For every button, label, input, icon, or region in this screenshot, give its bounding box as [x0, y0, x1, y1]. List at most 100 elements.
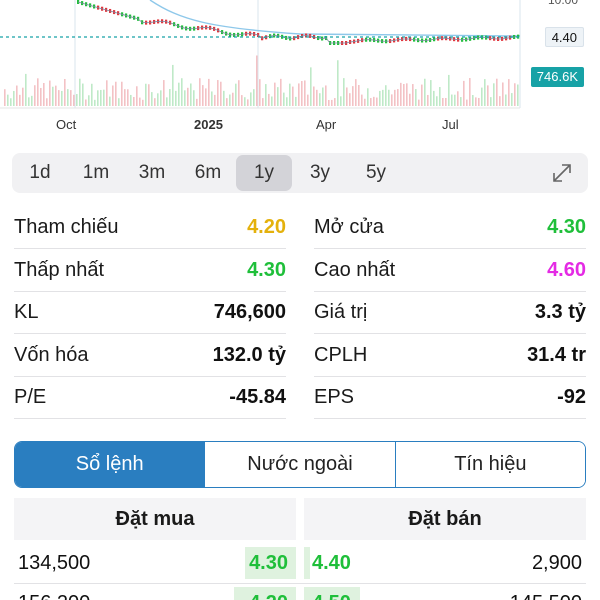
volume-bar [145, 83, 147, 106]
order-book-row: 134,500 4.30 4.40 2,900 [14, 543, 586, 583]
volume-bar [298, 83, 300, 106]
volume-bar [466, 99, 468, 106]
range-tab-3m[interactable]: 3m [124, 155, 180, 191]
volume-bar [157, 93, 159, 106]
stat-cell: CPLH 31.4 tr [314, 335, 586, 377]
volume-bar [352, 86, 354, 106]
volume-bar [124, 89, 126, 106]
volume-bar [379, 90, 381, 106]
volume-bar [394, 89, 396, 106]
chart-top-price-label: 10.00 [547, 0, 578, 7]
volume-bar [481, 87, 483, 106]
volume-bar [46, 98, 48, 106]
volume-bar [367, 88, 369, 106]
volume-bar [295, 96, 297, 106]
range-tab-1m[interactable]: 1m [68, 155, 124, 191]
volume-bar [364, 98, 366, 106]
bid-price[interactable]: 4.20 [245, 583, 292, 600]
volume-bar [361, 94, 363, 106]
volume-bar [463, 80, 465, 106]
volume-bar [283, 92, 285, 106]
volume-bar [88, 95, 90, 106]
volume-bar [322, 87, 324, 106]
stat-label: EPS [314, 386, 355, 408]
volume-bar [76, 94, 78, 106]
volume-bar [475, 97, 477, 106]
volume-bar [226, 98, 228, 106]
volume-bar [511, 93, 513, 106]
bid-price[interactable]: 4.30 [245, 543, 292, 583]
stat-row: KL 746,600 Giá trị 3.3 tỷ [0, 292, 600, 334]
volume-bar [262, 98, 264, 106]
range-tab-3y[interactable]: 3y [292, 155, 348, 191]
volume-bar [136, 86, 138, 106]
volume-bar [244, 97, 246, 106]
stat-cell: Thấp nhất 4.30 [14, 250, 286, 292]
volume-bar [151, 92, 153, 106]
volume-bar [142, 99, 144, 106]
range-tab-1y[interactable]: 1y [236, 155, 292, 191]
volume-bar [421, 84, 423, 106]
volume-bar [460, 97, 462, 106]
order-tab[interactable]: Sổ lệnh [15, 442, 205, 487]
volume-bar [238, 80, 240, 106]
volume-bar [427, 94, 429, 106]
volume-bar [415, 89, 417, 106]
bid-volume: 156,200 [18, 583, 90, 600]
volume-bar [22, 87, 24, 106]
volume-bar [301, 80, 303, 106]
volume-bar [73, 94, 75, 106]
ask-price[interactable]: 4.40 [308, 543, 355, 583]
stat-label: P/E [14, 386, 47, 408]
ask-price[interactable]: 4.50 [308, 583, 355, 600]
stat-row: Vốn hóa 132.0 tỷ CPLH 31.4 tr [0, 335, 600, 377]
stat-value: 4.30 [247, 258, 286, 281]
price-chart-svg[interactable] [0, 0, 600, 145]
volume-bar [271, 96, 273, 106]
volume-bar [274, 82, 276, 106]
volume-bar [490, 97, 492, 106]
volume-bar [235, 83, 237, 106]
expand-chart-button[interactable] [550, 161, 574, 185]
volume-bar [64, 78, 66, 106]
volume-bar [217, 80, 219, 106]
volume-bar [439, 87, 441, 106]
volume-bar [172, 64, 174, 106]
volume-bar [313, 86, 315, 106]
x-axis-label: Jul [442, 117, 459, 132]
volume-bar [85, 99, 87, 106]
stat-label: Cao nhất [314, 258, 396, 281]
volume-bar [106, 80, 108, 106]
order-tab[interactable]: Tín hiệu [394, 442, 585, 487]
volume-bar [259, 79, 261, 106]
volume-bar [166, 97, 168, 106]
volume-bar [247, 99, 249, 106]
volume-bar [232, 92, 234, 106]
volume-bar [370, 98, 372, 106]
volume-bar [175, 90, 177, 106]
range-tab-6m[interactable]: 6m [180, 155, 236, 191]
order-tab[interactable]: Nước ngoài [204, 442, 395, 487]
stat-label: Thấp nhất [14, 258, 105, 281]
volume-bar [154, 98, 156, 106]
volume-bar [382, 89, 384, 106]
volume-bar [16, 85, 18, 106]
volume-bar [508, 79, 510, 106]
stat-label: KL [14, 301, 39, 323]
volume-bar [37, 78, 39, 106]
range-tab-1d[interactable]: 1d [12, 155, 68, 191]
volume-bar [328, 99, 330, 106]
volume-bar [181, 78, 183, 106]
volume-bar [418, 99, 420, 106]
volume-bar [505, 94, 507, 106]
x-axis-label: Oct [56, 117, 77, 132]
volume-bar [82, 83, 84, 106]
volume-bar [442, 97, 444, 106]
range-tab-5y[interactable]: 5y [348, 155, 404, 191]
price-chart[interactable]: 10.00 4.40 746.6K Oct 2025 Apr Jul [0, 0, 600, 145]
stat-value: -92 [557, 386, 586, 408]
volume-bar [61, 90, 63, 106]
volume-bar [160, 90, 162, 106]
volume-bar [52, 86, 54, 106]
stat-value: 3.3 tỷ [534, 301, 586, 323]
